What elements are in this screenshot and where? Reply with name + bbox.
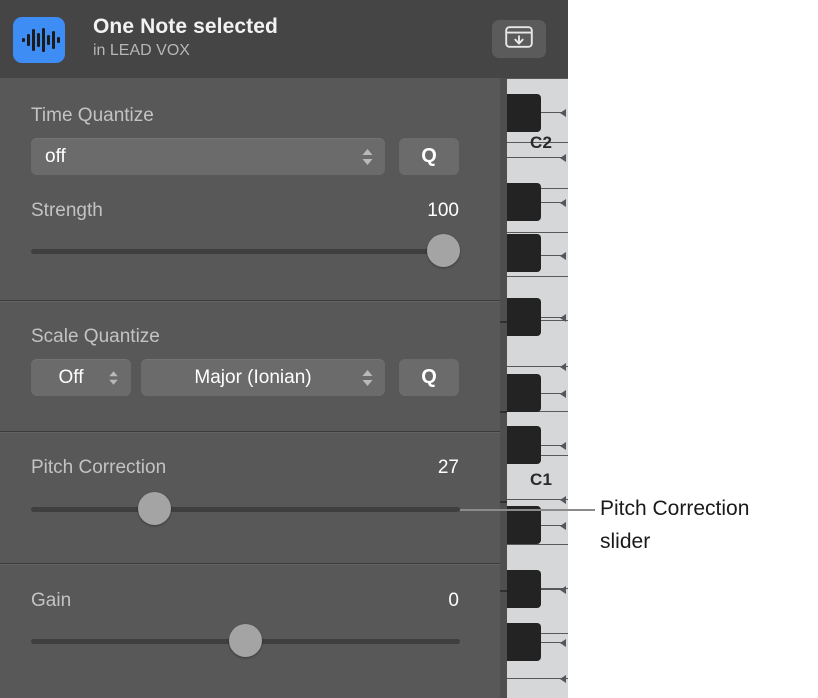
key-arrow-icon xyxy=(560,390,566,398)
key-tick xyxy=(507,157,562,158)
gain-label: Gain xyxy=(31,590,72,611)
callout-leader-line xyxy=(460,509,595,511)
time-quantize-q-button[interactable]: Q xyxy=(399,138,459,175)
key-arrow-icon xyxy=(560,442,566,450)
key-tick xyxy=(541,525,562,526)
time-quantize-value: off xyxy=(45,145,66,167)
callout-label: Pitch Correction slider xyxy=(600,497,750,553)
white-key-separator xyxy=(507,544,568,545)
hide-inspector-icon xyxy=(505,25,533,53)
key-tick xyxy=(507,366,562,367)
pitch-correction-slider[interactable] xyxy=(31,492,460,526)
key-tick xyxy=(541,393,562,394)
section-divider xyxy=(0,431,500,433)
chevron-updown-icon xyxy=(355,359,385,396)
key-arrow-icon xyxy=(560,109,566,117)
black-key[interactable] xyxy=(507,623,541,661)
time-quantize-label: Time Quantize xyxy=(31,105,154,126)
black-key[interactable] xyxy=(507,426,541,464)
black-key[interactable] xyxy=(507,183,541,221)
key-arrow-icon xyxy=(560,252,566,260)
black-key[interactable] xyxy=(507,94,541,132)
key-tick xyxy=(541,112,562,113)
scale-type-popup[interactable]: Major (Ionian) xyxy=(141,359,385,396)
gutter-notch xyxy=(500,501,507,503)
strength-value: 100 xyxy=(427,200,459,221)
section-divider xyxy=(0,563,500,565)
key-tick xyxy=(541,445,562,446)
header-text-block: One Note selected in LEAD VOX xyxy=(93,13,473,61)
strength-slider[interactable] xyxy=(31,234,460,268)
inspector-header: One Note selected in LEAD VOX xyxy=(0,0,568,78)
key-tick xyxy=(541,317,562,318)
black-key[interactable] xyxy=(507,506,541,544)
gutter-notch xyxy=(500,590,507,592)
pitch-correction-value: 27 xyxy=(437,457,459,478)
key-tick xyxy=(541,202,562,203)
key-arrow-icon xyxy=(560,314,566,322)
key-arrow-icon xyxy=(560,586,566,594)
chevron-updown-icon xyxy=(101,359,131,396)
pitch-correction-slider-track[interactable] xyxy=(31,507,460,512)
hide-inspector-button[interactable] xyxy=(492,20,546,58)
octave-label-c2: C2 xyxy=(530,133,553,152)
page-subtitle: in LEAD VOX xyxy=(93,42,190,59)
black-key[interactable] xyxy=(507,374,541,412)
pitch-correction-slider-thumb[interactable] xyxy=(137,492,171,525)
black-key[interactable] xyxy=(507,234,541,272)
strength-slider-thumb[interactable] xyxy=(427,234,460,267)
strength-label: Strength xyxy=(31,200,103,221)
gain-value: 0 xyxy=(448,590,459,611)
gain-slider[interactable] xyxy=(31,624,460,658)
section-divider xyxy=(0,300,500,302)
gutter-notch xyxy=(500,411,507,413)
piano-keyboard-strip[interactable]: C2 C1 xyxy=(500,78,568,698)
gutter-notch xyxy=(500,321,507,323)
key-arrow-icon xyxy=(560,639,566,647)
scale-quantize-q-button[interactable]: Q xyxy=(399,359,459,396)
black-key[interactable] xyxy=(507,570,541,608)
key-tick xyxy=(541,255,562,256)
pitch-correction-label: Pitch Correction xyxy=(31,457,167,478)
white-key-separator xyxy=(507,78,568,79)
page-title: One Note selected xyxy=(93,15,278,38)
gain-slider-thumb[interactable] xyxy=(229,624,262,657)
scale-root-value: Off xyxy=(58,366,84,388)
key-arrow-icon xyxy=(560,363,566,371)
white-key-separator xyxy=(507,276,568,277)
key-arrow-icon xyxy=(560,154,566,162)
key-tick xyxy=(541,589,562,590)
audio-waveform-icon xyxy=(13,17,65,63)
key-arrow-icon xyxy=(560,199,566,207)
key-arrow-icon xyxy=(560,496,566,504)
key-arrow-icon xyxy=(560,522,566,530)
scale-type-value: Major (Ionian) xyxy=(194,366,312,388)
scale-quantize-label: Scale Quantize xyxy=(31,326,160,347)
black-key[interactable] xyxy=(507,298,541,336)
strength-slider-track[interactable] xyxy=(31,249,460,254)
note-inspector-panel: Time Quantize off Q Strength 100 Scale Q… xyxy=(0,0,500,698)
key-arrow-icon xyxy=(560,675,566,683)
octave-label-c1: C1 xyxy=(530,470,553,489)
key-tick xyxy=(507,678,562,679)
white-key-separator xyxy=(507,232,568,233)
key-tick xyxy=(541,642,562,643)
scale-root-popup[interactable]: Off xyxy=(31,359,131,396)
piano-gutter xyxy=(500,78,507,698)
time-quantize-popup[interactable]: off xyxy=(31,138,385,175)
chevron-updown-icon xyxy=(355,138,385,175)
key-tick xyxy=(507,499,562,500)
